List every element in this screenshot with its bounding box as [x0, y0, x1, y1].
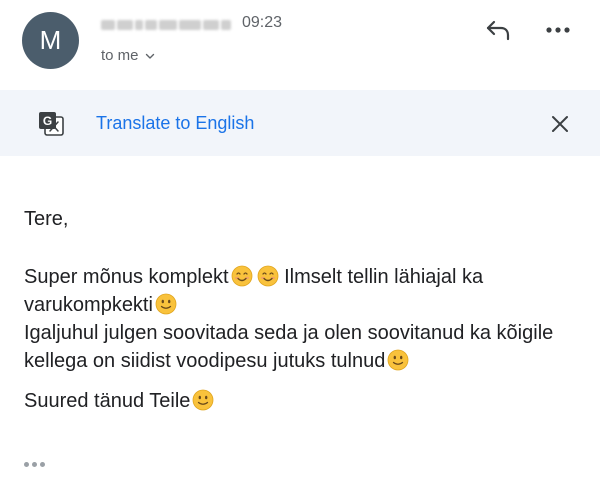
closing-text: Suured tänud Teile [24, 390, 191, 412]
message-paragraph: Super mõnus komplekt Ilmselt tellin lähi… [24, 263, 584, 375]
slightly-smiling-face-emoji [155, 293, 177, 315]
recipient-label: to me [101, 47, 139, 64]
recipient-details-toggle[interactable]: to me [101, 47, 155, 64]
closing-line: Suured tänud Teile [24, 387, 584, 415]
message-sentence: Igaljuhul julgen soovitada seda ja olen … [24, 322, 554, 372]
message-time: 09:23 [242, 14, 283, 31]
translate-banner: G Translate to English [0, 90, 600, 156]
greeting-text: Tere, [24, 208, 69, 230]
email-message-view: M 09:23 to me G Translate to English Ter… [0, 0, 600, 480]
chevron-down-icon [145, 53, 154, 59]
sender-name-redacted[interactable] [101, 16, 233, 34]
more-options-icon [546, 27, 570, 33]
message-body: Tere, Super mõnus komplekt Ilmselt telli… [24, 205, 584, 415]
smiling-face-emoji [231, 265, 252, 287]
slightly-smiling-face-emoji [193, 389, 214, 411]
more-options-button[interactable] [540, 16, 576, 44]
smiling-face-emoji [257, 265, 278, 287]
svg-text:G: G [43, 114, 52, 128]
translate-icon: G [39, 112, 64, 136]
slightly-smiling-face-emoji [387, 349, 409, 371]
show-trimmed-content-icon[interactable] [24, 457, 50, 471]
translate-to-english-link[interactable]: Translate to English [96, 113, 254, 134]
reply-icon [486, 20, 510, 41]
close-translate-button[interactable] [548, 112, 572, 136]
close-icon [552, 116, 568, 132]
sender-avatar[interactable]: M [22, 12, 79, 69]
avatar-letter: M [39, 25, 62, 55]
message-sentence: Super mõnus komplekt [24, 266, 229, 288]
reply-button[interactable] [480, 14, 516, 46]
